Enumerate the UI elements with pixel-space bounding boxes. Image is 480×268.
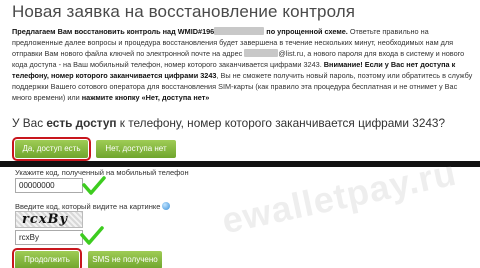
continue-button[interactable]: Продолжить [12, 248, 82, 268]
yes-access-button[interactable]: Да, доступ есть [12, 137, 91, 161]
intro-press-no: нажмите кнопку «Нет, доступа нет» [81, 93, 210, 102]
page-title: Новая заявка на восстановление контроля [12, 2, 356, 21]
intro-email-domain: @list.ru [278, 49, 304, 58]
intro-bold-lead: Предлагаем Вам восстановить контроль над… [12, 27, 215, 36]
blurred-wmid [214, 27, 265, 35]
intro-text: Предлагаем Вам восстановить контроль над… [12, 26, 474, 103]
question-post: к телефону, номер которого заканчивается… [116, 116, 446, 130]
captcha-input[interactable] [15, 230, 83, 245]
blurred-email [244, 49, 279, 57]
access-question: У Вас есть доступ к телефону, номер кото… [12, 116, 445, 130]
question-pre: У Вас [12, 116, 47, 130]
intro-bold-tail: по упрощенной схеме. [266, 27, 348, 36]
sms-not-received-button[interactable]: SMS не получено [88, 251, 162, 268]
question-bold: есть доступ [46, 116, 117, 130]
refresh-captcha-icon[interactable] [162, 202, 171, 210]
checkmark-icon [80, 226, 104, 245]
no-access-button[interactable]: Нет, доступа нет [96, 140, 176, 158]
phone-code-input[interactable] [15, 178, 83, 193]
captcha-label: Введите код, который видите на картинке [15, 202, 171, 211]
checkmark-icon [82, 176, 106, 195]
captcha-label-text: Введите код, который видите на картинке [15, 202, 161, 211]
captcha-image: rcxBy [15, 211, 83, 228]
